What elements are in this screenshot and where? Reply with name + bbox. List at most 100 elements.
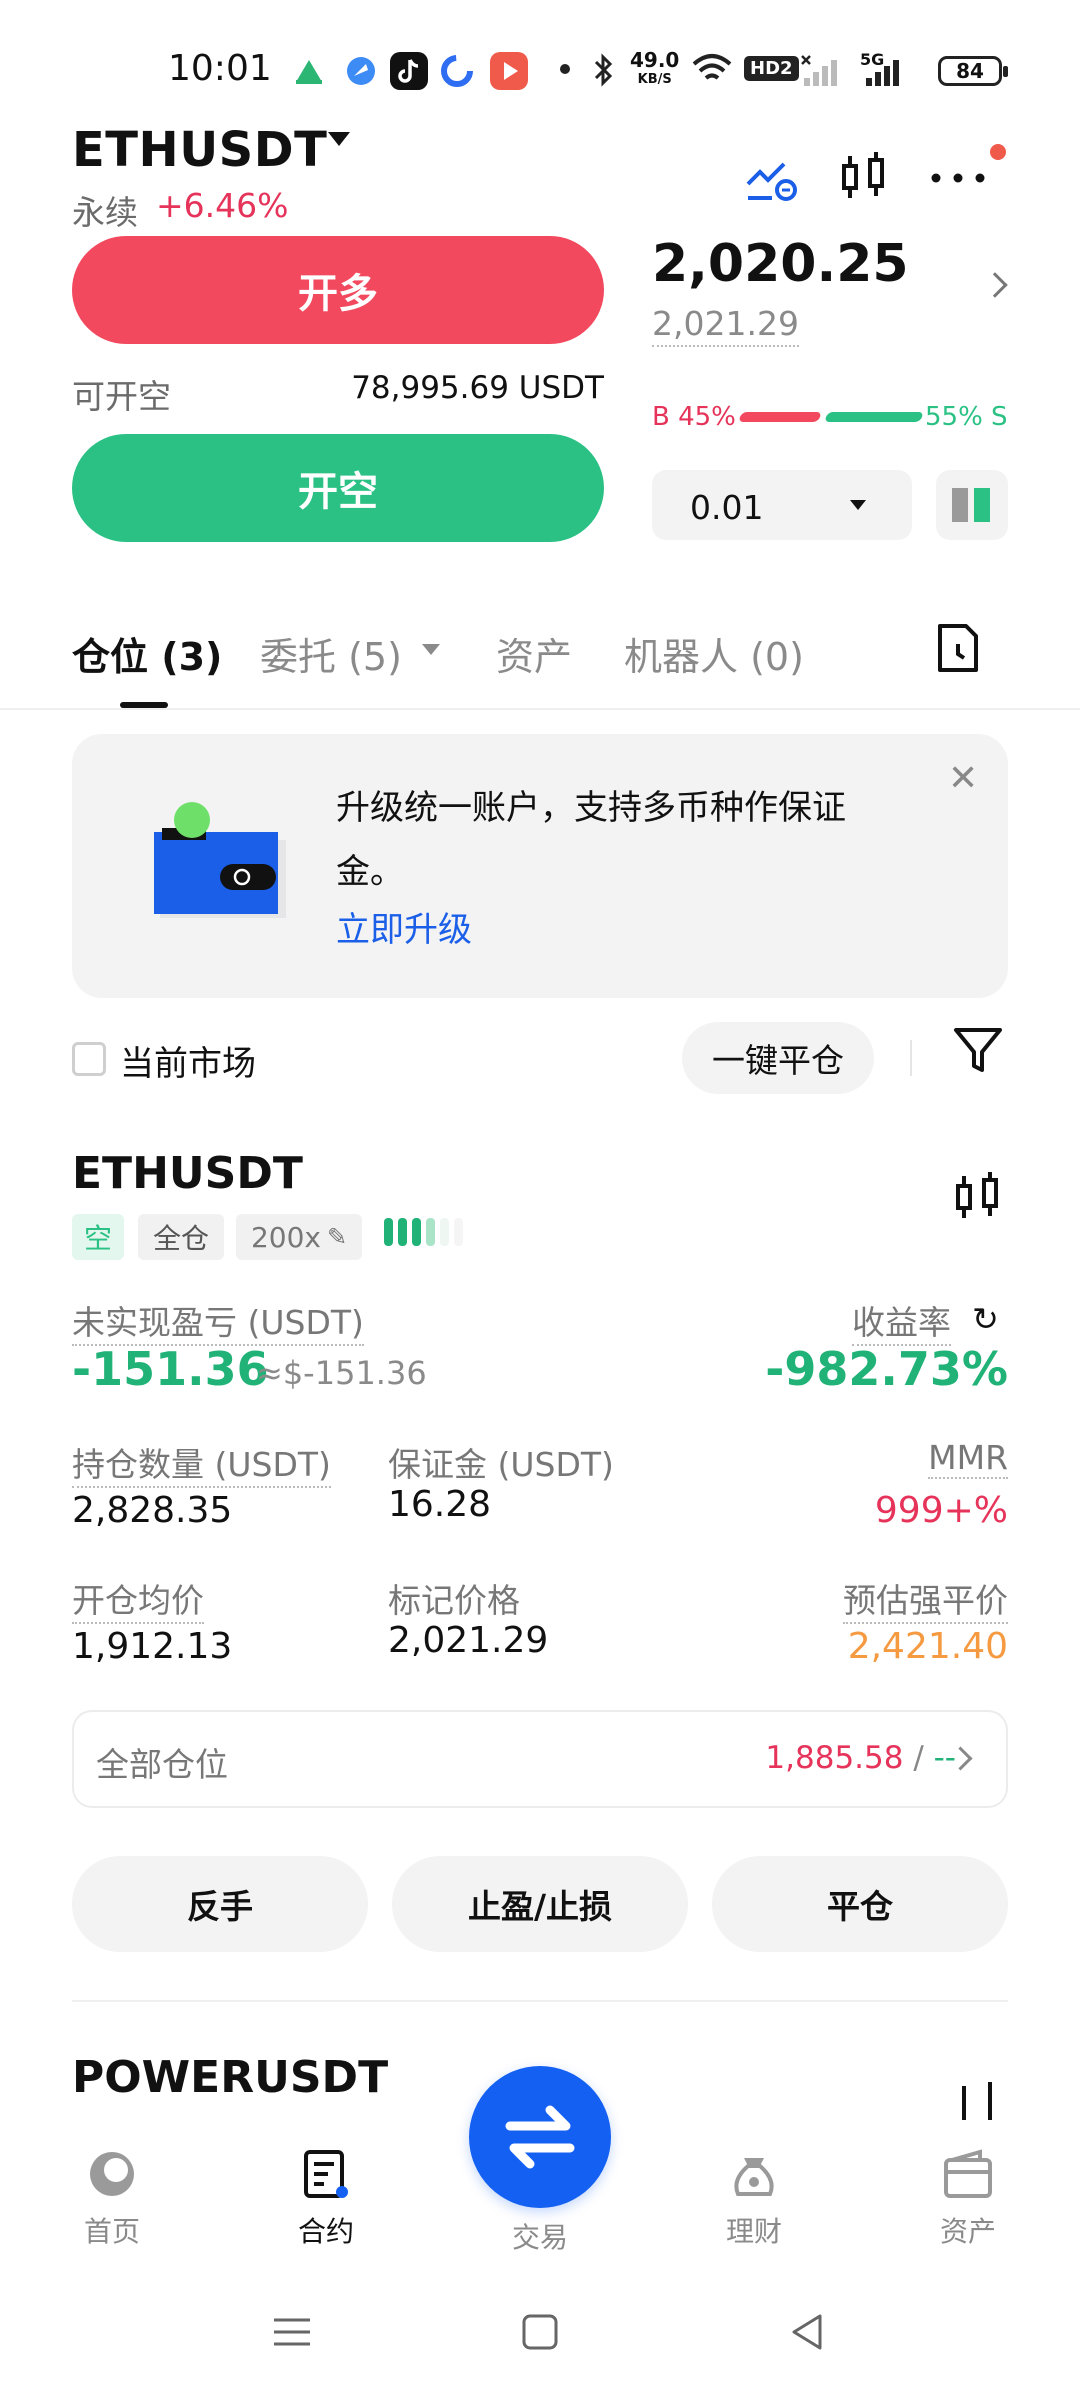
chart-trend-icon[interactable]	[744, 150, 800, 206]
contract-type: 永续	[72, 193, 138, 232]
status-time: 10:01	[168, 48, 272, 89]
close-position-button[interactable]: 平仓	[712, 1856, 1008, 1952]
notification-dot-icon	[560, 64, 570, 74]
mark-price-value: 2,021.29	[388, 1620, 549, 1661]
close-icon[interactable]: ✕	[948, 758, 978, 799]
tab-orders[interactable]: 委托 (5)	[260, 626, 402, 681]
chevron-right-icon[interactable]	[982, 272, 1008, 298]
home-icon	[84, 2146, 140, 2202]
mmr-label[interactable]: MMR	[928, 1438, 1008, 1479]
leverage-value: 200x	[250, 1220, 321, 1254]
all-positions-label: 全部仓位	[96, 1745, 228, 1784]
more-icon[interactable]	[928, 150, 985, 206]
all-positions-value: 1,885.58 / --	[765, 1740, 956, 1776]
available-label: 可开空	[72, 377, 171, 416]
nav-finance[interactable]: 理财	[684, 2146, 824, 2250]
layout-split-icon	[952, 488, 990, 522]
risk-level-bar	[440, 1218, 449, 1246]
signal-icon	[862, 52, 906, 92]
margin-label: 保证金 (USDT)	[388, 1445, 614, 1484]
all-positions-separator: /	[903, 1740, 934, 1776]
upgrade-link[interactable]: 立即升级	[336, 902, 472, 951]
size-label[interactable]: 持仓数量 (USDT)	[72, 1438, 331, 1488]
wifi-icon	[690, 50, 734, 90]
tab-positions[interactable]: 仓位 (3)	[72, 626, 222, 681]
battery-indicator: 84	[938, 56, 1008, 86]
open-long-button[interactable]: 开多	[72, 236, 604, 344]
risk-level-bar	[426, 1218, 435, 1246]
contract-icon	[298, 2146, 354, 2202]
liq-price-value: 2,421.40	[847, 1626, 1008, 1667]
nav-assets[interactable]: 资产	[898, 2146, 1038, 2250]
margin-value: 16.28	[388, 1484, 492, 1525]
layout-toggle-button[interactable]	[936, 470, 1008, 540]
margin-mode-tag: 全仓	[138, 1214, 224, 1260]
buy-ratio-bar	[738, 412, 822, 422]
menu-icon[interactable]	[270, 2310, 314, 2358]
caret-down-icon	[850, 500, 866, 510]
banner-text: 升级统一账户，支持多币种作保证金。	[336, 788, 846, 892]
buy-ratio: B 45%	[652, 402, 736, 432]
unrealized-pnl-usd: ≈$-151.36	[256, 1354, 427, 1392]
mmr-value: 999+%	[874, 1490, 1008, 1531]
sell-ratio-bar	[824, 412, 924, 422]
home-button-icon[interactable]	[518, 2310, 562, 2358]
close-all-button[interactable]: 一键平仓	[682, 1022, 874, 1094]
nav-label: 合约	[297, 2215, 354, 2248]
tab-bots[interactable]: 机器人 (0)	[624, 626, 804, 681]
reverse-button[interactable]: 反手	[72, 1856, 368, 1952]
mark-price-label: 标记价格	[388, 1581, 520, 1620]
divider	[910, 1040, 912, 1076]
risk-level-bar	[454, 1218, 463, 1246]
current-market-checkbox[interactable]	[72, 1042, 106, 1076]
tab-assets[interactable]: 资产	[496, 626, 572, 681]
swap-icon	[505, 2105, 575, 2169]
notification-dot	[990, 144, 1006, 160]
quantity-value: 0.01	[690, 488, 764, 527]
liq-price-label[interactable]: 预估强平价	[843, 1574, 1008, 1624]
entry-price-label[interactable]: 开仓均价	[72, 1574, 204, 1624]
candlestick-icon[interactable]	[836, 150, 892, 206]
nav-home[interactable]: 首页	[42, 2146, 182, 2250]
risk-level-bar	[412, 1218, 421, 1246]
current-market-label: 当前市场	[120, 1044, 256, 1084]
trade-button[interactable]	[469, 2066, 611, 2208]
position-divider	[72, 2000, 1008, 2002]
back-icon[interactable]	[786, 2310, 830, 2358]
sell-ratio: 55% S	[925, 402, 1008, 432]
mark-price: 2,021.29	[652, 304, 799, 347]
position-symbol[interactable]: POWERUSDT	[72, 2052, 388, 2103]
refresh-icon[interactable]: ↻	[972, 1300, 999, 1338]
wallet-icon	[940, 2146, 996, 2202]
app-notification-icon	[342, 52, 380, 90]
history-icon[interactable]	[934, 620, 982, 680]
price-change: +6.46%	[156, 186, 289, 225]
wallet-illustration	[150, 800, 290, 924]
all-positions-amount: 1,885.58	[765, 1740, 904, 1776]
roe-value: -982.73%	[765, 1342, 1008, 1396]
video-app-icon	[490, 52, 528, 90]
unrealized-pnl-label[interactable]: 未实现盈亏 (USDT)	[72, 1296, 364, 1346]
app-notification-icon	[290, 52, 328, 90]
symbol-dropdown-icon[interactable]	[328, 132, 350, 146]
caret-down-icon[interactable]	[422, 644, 440, 655]
position-symbol[interactable]: ETHUSDT	[72, 1148, 303, 1199]
candlestick-icon[interactable]	[950, 2080, 1006, 2124]
risk-level-bar	[384, 1218, 393, 1246]
nav-contract[interactable]: 合约	[256, 2146, 396, 2250]
side-tag: 空	[72, 1214, 124, 1260]
roe-label[interactable]: 收益率	[852, 1296, 951, 1346]
candlestick-icon[interactable]	[950, 1170, 1006, 1230]
net-speed: 49.0 KB/S	[630, 48, 680, 87]
filter-icon[interactable]	[950, 1022, 1006, 1082]
available-value: 78,995.69 USDT	[351, 370, 604, 406]
finance-icon	[726, 2146, 782, 2202]
leverage-tag[interactable]: 200x ✎	[236, 1214, 362, 1260]
size-value: 2,828.35	[72, 1490, 233, 1531]
tp-sl-button[interactable]: 止盈/止损	[392, 1856, 688, 1952]
bluetooth-icon	[592, 52, 616, 92]
app-notification-icon	[438, 52, 476, 90]
symbol-title[interactable]: ETHUSDT	[72, 122, 327, 178]
open-short-button[interactable]: 开空	[72, 434, 604, 542]
hd-indicator: HD2	[744, 56, 799, 81]
